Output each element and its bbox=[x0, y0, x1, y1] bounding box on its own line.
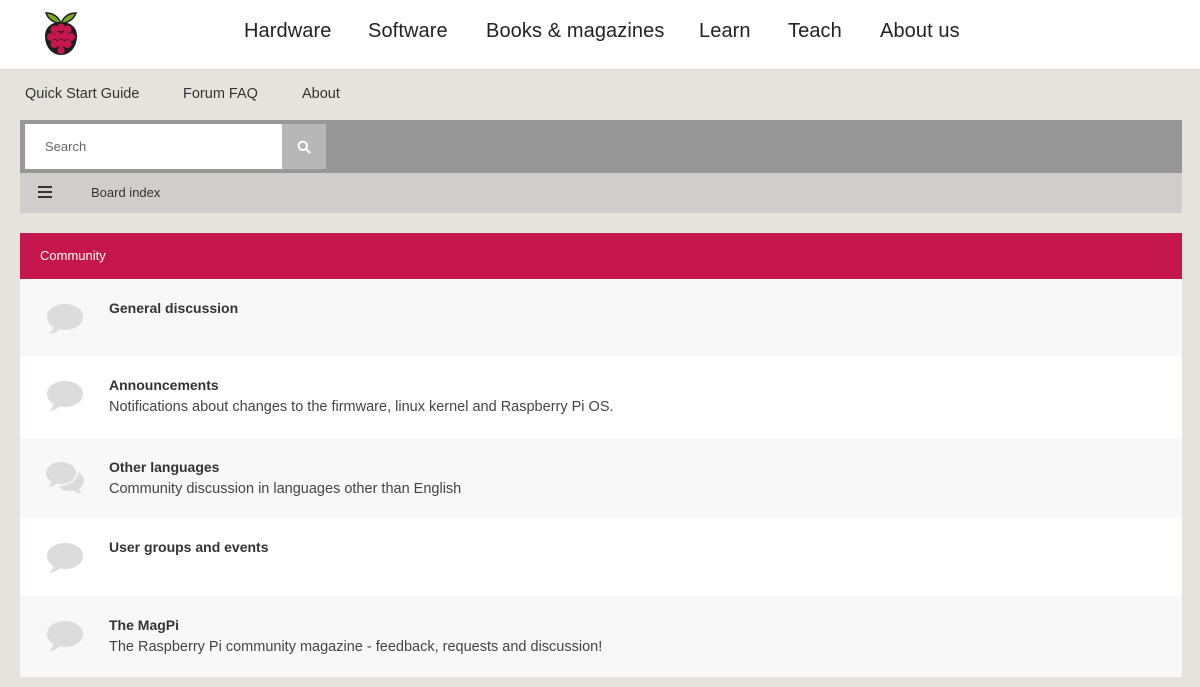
chat-bubble-icon bbox=[47, 621, 83, 651]
chat-bubble-icon bbox=[47, 381, 83, 411]
raspberry-logo-icon[interactable] bbox=[42, 11, 80, 57]
forum-title[interactable]: General discussion bbox=[109, 300, 238, 316]
search-button[interactable] bbox=[282, 124, 326, 169]
nav-learn[interactable]: Learn bbox=[699, 20, 751, 43]
chat-bubble-icon bbox=[47, 304, 83, 334]
forum-row-announcements[interactable]: Announcements Notifications about change… bbox=[20, 356, 1182, 438]
subnav-about[interactable]: About bbox=[302, 86, 340, 102]
hamburger-menu-icon[interactable] bbox=[38, 186, 52, 198]
forum-row-other-languages[interactable]: Other languages Community discussion in … bbox=[20, 438, 1182, 518]
nav-teach[interactable]: Teach bbox=[788, 20, 842, 43]
forum-title[interactable]: The MagPi bbox=[109, 617, 179, 633]
category-header: Community bbox=[20, 233, 1182, 279]
search-input[interactable] bbox=[25, 124, 282, 169]
forum-description: Community discussion in languages other … bbox=[109, 481, 462, 497]
search-bar bbox=[20, 120, 1182, 173]
breadcrumb-board-index[interactable]: Board index bbox=[91, 185, 160, 200]
nav-books-magazines[interactable]: Books & magazines bbox=[486, 20, 664, 43]
search-icon bbox=[297, 140, 311, 154]
subnav-forum-faq[interactable]: Forum FAQ bbox=[183, 86, 258, 102]
forum-title[interactable]: User groups and events bbox=[109, 539, 269, 555]
top-bar: Hardware Software Books & magazines Lear… bbox=[0, 0, 1200, 70]
nav-hardware[interactable]: Hardware bbox=[244, 20, 332, 43]
chat-bubbles-icon bbox=[46, 462, 84, 494]
nav-software[interactable]: Software bbox=[368, 20, 448, 43]
forum-row-general-discussion[interactable]: General discussion bbox=[20, 279, 1182, 356]
category-title: Community bbox=[40, 248, 106, 263]
subnav-quick-start-guide[interactable]: Quick Start Guide bbox=[25, 86, 139, 102]
chat-bubble-icon bbox=[47, 543, 83, 573]
breadcrumb: Board index bbox=[20, 173, 1182, 213]
forum-title[interactable]: Other languages bbox=[109, 459, 219, 475]
forum-row-user-groups-events[interactable]: User groups and events bbox=[20, 518, 1182, 596]
nav-about-us[interactable]: About us bbox=[880, 20, 960, 43]
forum-row-the-magpi[interactable]: The MagPi The Raspberry Pi community mag… bbox=[20, 596, 1182, 677]
forum-description: The Raspberry Pi community magazine - fe… bbox=[109, 639, 603, 655]
forum-description: Notifications about changes to the firmw… bbox=[109, 399, 614, 415]
forum-title[interactable]: Announcements bbox=[109, 377, 219, 393]
